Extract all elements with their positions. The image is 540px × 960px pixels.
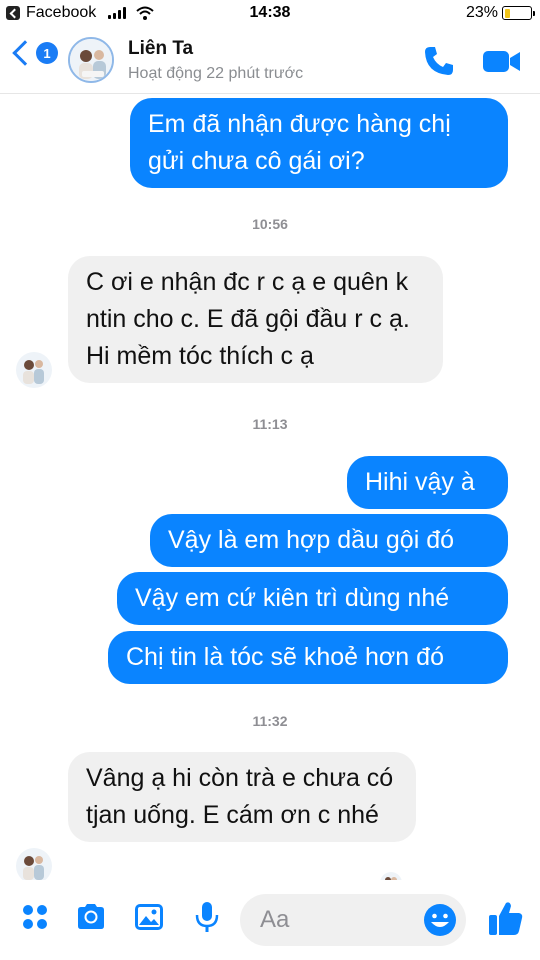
- status-right: 23%: [465, 4, 535, 22]
- message-incoming[interactable]: Vâng ạ hi còn trà e chưa có tjan uống. E…: [68, 752, 416, 842]
- camera-icon[interactable]: [74, 900, 108, 934]
- thumbs-up-icon[interactable]: [486, 898, 526, 938]
- video-call-icon[interactable]: [482, 46, 522, 76]
- active-status: Hoạt động 22 phút trước: [128, 65, 304, 82]
- conversation-header: 1 Liên Ta Hoạt động 22 phút trước: [0, 28, 540, 94]
- timestamp: 11:13: [252, 416, 288, 432]
- unread-badge: 1: [36, 42, 58, 64]
- message-outgoing[interactable]: Chị tin là tóc sẽ khoẻ hơn đó: [108, 631, 508, 684]
- battery-icon: [502, 6, 535, 20]
- status-time: 14:38: [249, 4, 291, 21]
- contact-name[interactable]: Liên Ta: [128, 38, 193, 60]
- back-button[interactable]: 1: [10, 40, 58, 66]
- message-input[interactable]: Aa: [240, 894, 466, 946]
- avatar-photo: [70, 39, 112, 81]
- image-icon[interactable]: [132, 900, 166, 934]
- message-incoming[interactable]: C ơi e nhận đc r c ạ e quên k ntin cho c…: [68, 256, 443, 383]
- battery-percent: 23%: [465, 4, 498, 21]
- timestamp: 11:32: [252, 713, 288, 729]
- message-input-placeholder: Aa: [260, 906, 290, 933]
- sender-avatar[interactable]: [16, 848, 52, 884]
- avatar-photo: [16, 848, 52, 884]
- timestamp: 10:56: [252, 216, 288, 232]
- contact-avatar[interactable]: [68, 37, 114, 83]
- battery-fill: [504, 8, 511, 18]
- microphone-icon[interactable]: [190, 900, 224, 934]
- phone-icon[interactable]: [422, 44, 456, 78]
- composer-bar: Aa: [0, 880, 540, 960]
- status-bar: Facebook 14:38 23%: [0, 0, 540, 28]
- message-outgoing[interactable]: Em đã nhận được hàng chị gửi chưa cô gái…: [130, 98, 508, 188]
- message-outgoing[interactable]: Vậy là em hợp dầu gội đó: [150, 514, 508, 567]
- emoji-icon[interactable]: [422, 902, 458, 938]
- apps-icon[interactable]: [18, 900, 52, 934]
- avatar-photo: [16, 352, 52, 388]
- chevron-left-icon: [12, 40, 38, 66]
- message-outgoing[interactable]: Hihi vậy à: [347, 456, 508, 509]
- message-outgoing[interactable]: Vậy em cứ kiên trì dùng nhé: [117, 572, 508, 625]
- sender-avatar[interactable]: [16, 352, 52, 388]
